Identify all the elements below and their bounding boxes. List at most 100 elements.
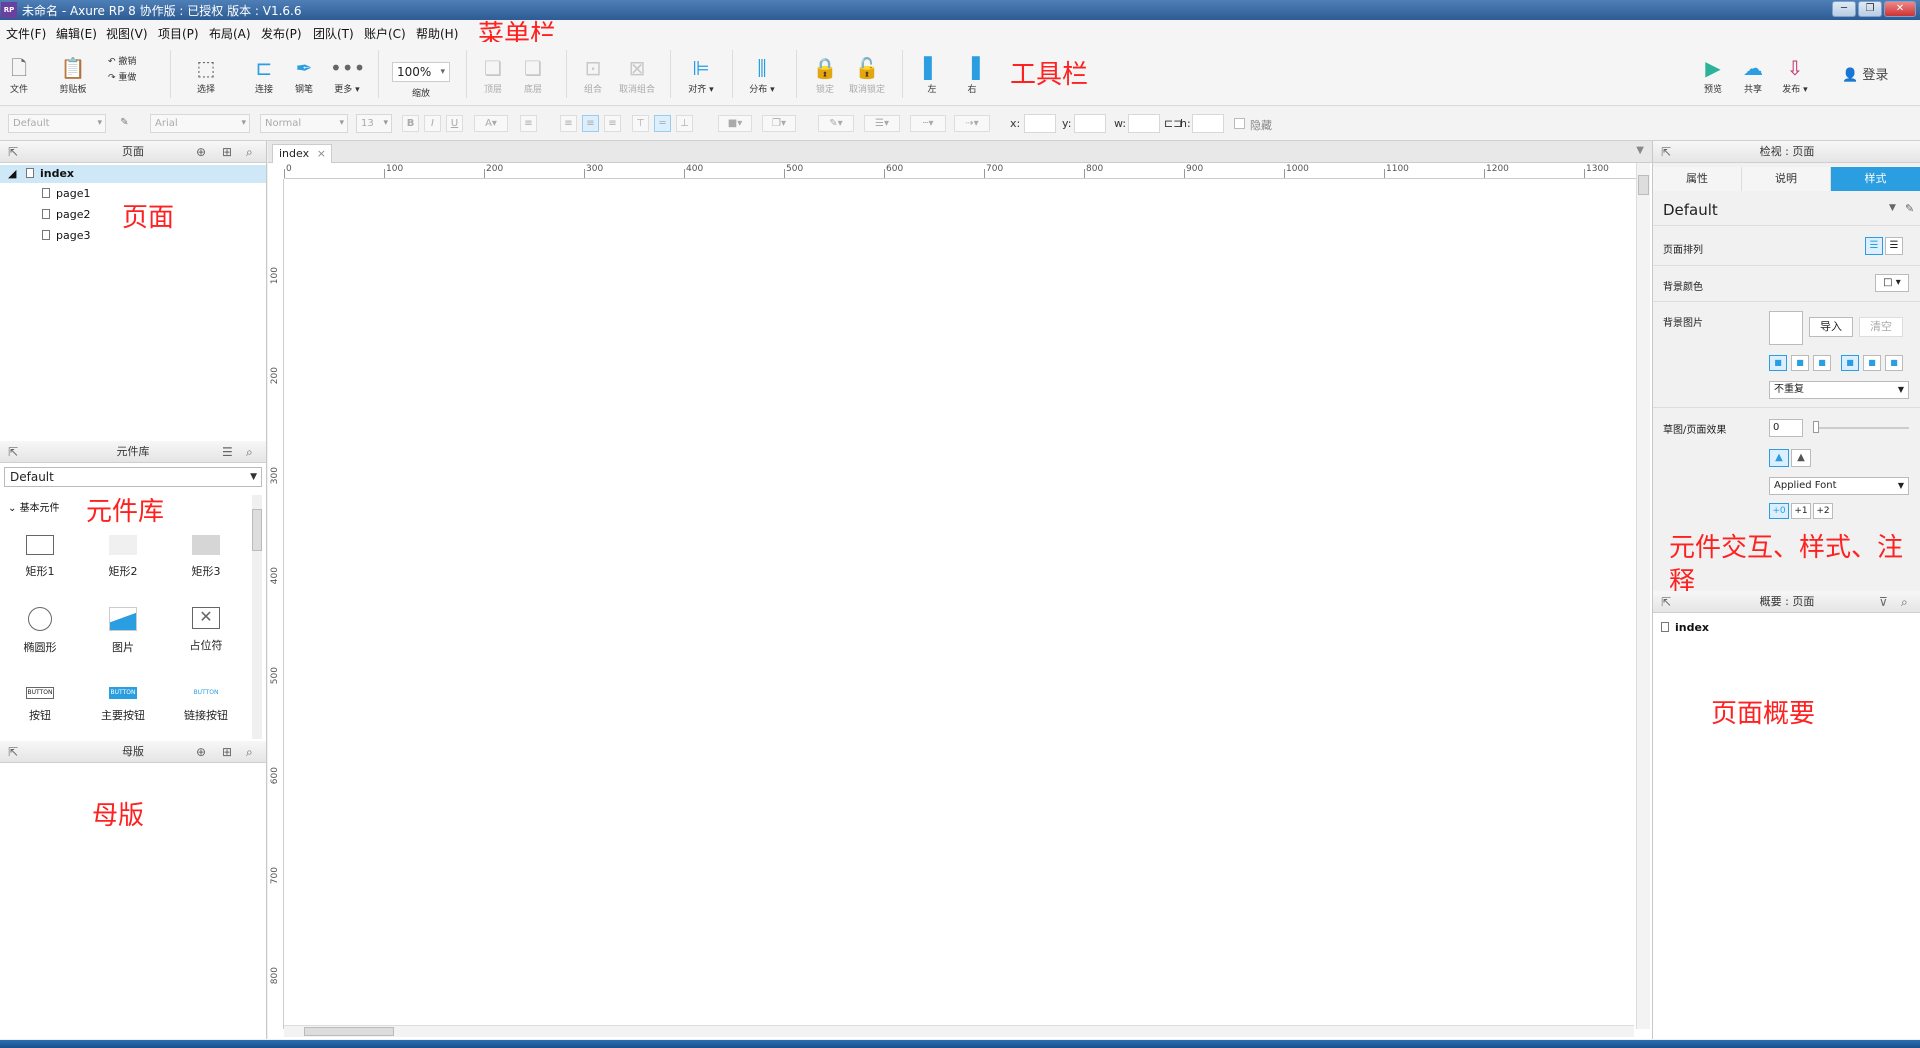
add-folder-icon[interactable]: ⊞ (222, 141, 232, 163)
align-center-icon[interactable]: ≡ (582, 115, 599, 132)
search-icon[interactable]: ⌕ (246, 741, 253, 763)
x-input[interactable] (1024, 114, 1056, 133)
valign-middle-icon[interactable]: ═ (654, 115, 671, 132)
style-select[interactable]: Default (8, 114, 106, 133)
menu-team[interactable]: 团队(T) (313, 25, 354, 42)
design-canvas[interactable] (284, 179, 1634, 1029)
h-input[interactable] (1192, 114, 1224, 133)
font-size-select[interactable]: 13 (356, 114, 392, 133)
share-button[interactable]: ☁ 共享 (1738, 56, 1768, 95)
menu-publish[interactable]: 发布(P) (261, 25, 302, 42)
bring-to-top-button[interactable]: ❏ 顶层 (478, 56, 508, 95)
menu-layout[interactable]: 布局(A) (209, 25, 251, 42)
widget-group-header[interactable]: ⌄ 基本元件 (8, 499, 60, 514)
library-select[interactable]: Default ▼ (4, 467, 262, 487)
pen-button[interactable]: ✒ 钢笔 (290, 56, 318, 95)
bg-color-picker[interactable]: □ ▾ (1875, 274, 1909, 292)
close-icon[interactable]: × (317, 145, 326, 162)
search-icon[interactable]: ⌕ (246, 441, 253, 463)
font-step-2[interactable]: +2 (1813, 503, 1833, 519)
sketch-input[interactable]: 0 (1769, 419, 1803, 437)
distribute-button[interactable]: ⫼ 分布 ▾ (745, 56, 779, 95)
menu-help[interactable]: 帮助(H) (416, 25, 458, 42)
tab-properties[interactable]: 属性 (1653, 167, 1742, 191)
line-color-icon[interactable]: ✎▾ (818, 115, 854, 132)
ungroup-button[interactable]: ⊠ 取消组合 (614, 56, 660, 95)
import-button[interactable]: 导入 (1809, 317, 1853, 337)
clear-button[interactable]: 清空 (1859, 317, 1903, 337)
style-name[interactable]: Default (1663, 201, 1718, 219)
filter-icon[interactable]: ⊽ (1879, 591, 1888, 613)
zoom-select[interactable]: 100% ▾ (392, 62, 450, 82)
valign-top-icon[interactable]: ■ (1841, 355, 1859, 371)
tab-notes[interactable]: 说明 (1742, 167, 1831, 191)
preview-button[interactable]: ▶ 预览 (1698, 56, 1728, 95)
italic-icon[interactable]: I (424, 115, 441, 132)
add-page-icon[interactable]: ⊕ (196, 141, 206, 163)
menu-project[interactable]: 项目(P) (158, 25, 199, 42)
connect-button[interactable]: ⊏ 连接 (250, 56, 278, 95)
menu-account[interactable]: 账户(C) (364, 25, 406, 42)
right-panel-toggle[interactable]: ▐ 右 (958, 56, 986, 95)
close-button[interactable]: ✕ (1884, 1, 1916, 17)
outline-item[interactable]: index (1661, 621, 1709, 634)
w-input[interactable] (1128, 114, 1160, 133)
collapse-icon[interactable]: ⇱ (8, 441, 18, 463)
bullet-list-icon[interactable]: ≡ (520, 115, 537, 132)
valign-middle-icon[interactable]: ■ (1863, 355, 1881, 371)
file-button[interactable]: 🗋 文件 (6, 56, 32, 95)
valign-bottom-icon[interactable]: ⊥ (676, 115, 693, 132)
page-tree-item[interactable]: page2 (42, 208, 90, 221)
widget-image[interactable]: 图片 (83, 607, 163, 655)
collapse-icon[interactable]: ⇱ (8, 141, 18, 163)
valign-bottom-icon[interactable]: ■ (1885, 355, 1903, 371)
menu-file[interactable]: 文件(F) (6, 25, 46, 42)
widget-rect2[interactable]: 矩形2 (83, 535, 163, 579)
login-button[interactable]: 👤 登录 (1842, 64, 1888, 83)
widget-rect3[interactable]: 矩形3 (166, 535, 246, 579)
tab-menu-icon[interactable]: ▼ (1636, 145, 1644, 156)
page-tree-root[interactable]: ◢ index (0, 165, 266, 183)
repeat-select[interactable]: 不重复 ▼ (1769, 381, 1909, 399)
search-icon[interactable]: ⌕ (1901, 591, 1908, 613)
search-icon[interactable]: ⌕ (246, 141, 253, 163)
left-panel-toggle[interactable]: ▌ 左 (918, 56, 946, 95)
menu-icon[interactable]: ☰ (222, 441, 233, 463)
widget-ellipse[interactable]: 椭圆形 (0, 607, 80, 655)
font-select[interactable]: Applied Font ▼ (1769, 477, 1909, 495)
weight-select[interactable]: Normal (260, 114, 348, 133)
align-center-icon[interactable]: ☰ (1885, 237, 1903, 255)
color-mode-icon[interactable]: ▲ (1769, 449, 1789, 467)
expand-icon[interactable]: ◢ (8, 167, 20, 180)
collapse-icon[interactable]: ⇱ (8, 741, 18, 763)
font-step-0[interactable]: +0 (1769, 503, 1789, 519)
publish-button[interactable]: ⇩ 发布 ▾ (1778, 56, 1812, 95)
hidden-checkbox[interactable] (1234, 118, 1245, 129)
font-select[interactable]: Arial (150, 114, 250, 133)
add-folder-icon[interactable]: ⊞ (222, 741, 232, 763)
tab-style[interactable]: 样式 (1831, 167, 1920, 191)
line-width-icon[interactable]: ☰▾ (864, 115, 900, 132)
font-color-icon[interactable]: A▾ (474, 115, 508, 132)
library-scrollbar[interactable] (252, 495, 262, 739)
more-button[interactable]: ••• 更多 ▾ (330, 56, 365, 95)
underline-icon[interactable]: U (446, 115, 463, 132)
undo-button[interactable]: ↶ 撤销 (108, 54, 148, 67)
collapse-icon[interactable]: ⇱ (1661, 591, 1671, 613)
page-tree-item[interactable]: page3 (42, 229, 90, 242)
align-right-icon[interactable]: ■ (1813, 355, 1831, 371)
menu-edit[interactable]: 编辑(E) (56, 25, 97, 42)
send-to-bottom-button[interactable]: ❏ 底层 (518, 56, 548, 95)
arrow-style-icon[interactable]: ⇢▾ (954, 115, 990, 132)
group-button[interactable]: ⊡ 组合 (578, 56, 608, 95)
minimize-button[interactable]: ─ (1832, 1, 1856, 17)
widget-button[interactable]: BUTTON 按钮 (0, 687, 80, 723)
align-center-icon[interactable]: ■ (1791, 355, 1809, 371)
collapse-icon[interactable]: ⇱ (1661, 141, 1671, 163)
fill-color-icon[interactable]: ■▾ (718, 115, 752, 132)
redo-button[interactable]: ↷ 重做 (108, 70, 148, 83)
shadow-icon[interactable]: ❐▾ (762, 115, 796, 132)
align-button[interactable]: ⊫ 对齐 ▾ (684, 56, 718, 95)
align-left-icon[interactable]: ■ (1769, 355, 1787, 371)
style-edit-icon[interactable]: ✎ (116, 115, 133, 132)
